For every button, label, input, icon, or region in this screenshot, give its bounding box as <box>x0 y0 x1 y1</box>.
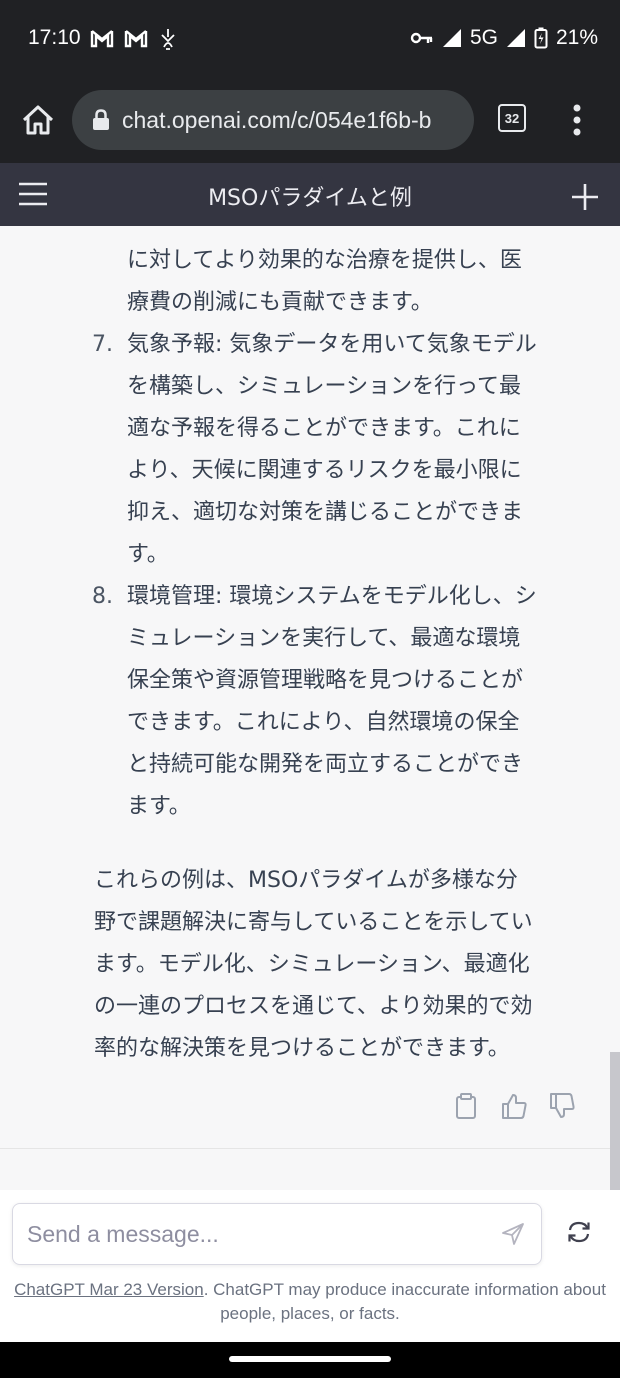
list-item-text: 環境管理: 環境システムをモデル化し、シ ミュレーションを実行して、最適な環境 … <box>127 576 577 828</box>
cell-signal-icon <box>506 29 525 47</box>
disclaimer: ChatGPT Mar 23 Version. ChatGPT may prod… <box>10 1278 610 1326</box>
lock-icon <box>93 109 109 130</box>
list-item-line: できます。これにより、自然環境の保全 <box>127 710 520 735</box>
status-time: 17:10 <box>28 26 81 49</box>
status-indicators: 5G 21% <box>410 26 598 50</box>
list-item-line: 抑え、適切な対策を講じることができま <box>127 500 524 525</box>
message-input[interactable] <box>25 1214 479 1254</box>
summary-line: これらの例は、MSOパラダイムが多様な分 <box>94 868 518 893</box>
list-item-line: 気象予報: 気象データを用いて気象モデル <box>127 332 537 357</box>
tab-count: 32 <box>504 110 520 126</box>
system-nav-bar <box>0 1342 620 1378</box>
message-area: に対してより効果的な治療を提供し、医 療費の削減にも貢献できます。 7. 気象予… <box>0 226 610 1148</box>
list-item-line: 保全策や資源管理戦略を見つけることが <box>127 668 524 693</box>
battery-charging-icon <box>534 27 548 49</box>
app-notification-icon <box>161 29 175 50</box>
list-item-number: 7. <box>92 332 113 357</box>
list-item-text: に対してより効果的な治療を提供し、医 療費の削減にも貢献できます。 <box>127 240 577 324</box>
send-icon[interactable] <box>501 1222 525 1246</box>
list-item-line: 適な予報を得ることができます。これに <box>127 416 521 441</box>
list-item-line: ます。 <box>127 794 191 819</box>
thumbs-up-icon[interactable] <box>500 1092 528 1120</box>
menu-icon[interactable] <box>18 181 48 207</box>
chat-title: MSOパラダイムと例 <box>208 186 412 211</box>
list-item-line: と持続可能な開発を両立することができ <box>127 752 524 777</box>
tab-switcher-button[interactable]: 32 <box>498 104 526 132</box>
summary-line: 野で課題解決に寄与していることを示してい <box>94 910 533 935</box>
summary-line: ます。モデル化、シミュレーション、最適化 <box>94 952 530 977</box>
status-bar: 17:10 5G 21% <box>0 0 620 80</box>
version-link[interactable]: ChatGPT Mar 23 Version <box>14 1280 204 1299</box>
list-item-number: 8. <box>92 584 113 609</box>
home-icon[interactable] <box>18 100 58 140</box>
thumbs-down-icon[interactable] <box>548 1092 576 1120</box>
list-item-line: より、天候に関連するリスクを最小限に <box>127 458 522 483</box>
url-text: chat.openai.com/c/054e1f6b-b <box>122 106 432 133</box>
gmail-icon <box>90 30 114 48</box>
chat-header: MSOパラダイムと例 <box>0 163 620 226</box>
notification-icons <box>90 27 178 51</box>
message-actions <box>452 1092 576 1120</box>
wifi-signal-icon <box>442 29 461 47</box>
summary-line: の一連のプロセスを通じて、より効果的で効 <box>94 994 533 1019</box>
browser-toolbar: chat.openai.com/c/054e1f6b-b 32 <box>0 80 620 163</box>
list-item-text: 気象予報: 気象データを用いて気象モデル を構築し、シミュレーションを行って最 … <box>127 324 577 576</box>
summary-line: 率的な解決策を見つけることができます。 <box>94 1036 510 1061</box>
message-input-box <box>12 1203 542 1265</box>
vpn-key-icon <box>410 32 433 44</box>
list-item-line: に対してより効果的な治療を提供し、医 <box>127 248 522 273</box>
address-bar[interactable]: chat.openai.com/c/054e1f6b-b <box>72 90 474 150</box>
list-item-line: 療費の削減にも貢献できます。 <box>127 290 433 315</box>
new-chat-plus-icon[interactable] <box>570 182 600 212</box>
regenerate-icon[interactable] <box>566 1219 592 1245</box>
copy-clipboard-icon[interactable] <box>452 1092 480 1120</box>
list-item-line: ミュレーションを実行して、最適な環境 <box>127 626 521 651</box>
network-type: 5G <box>469 26 498 49</box>
more-vert-icon[interactable] <box>570 102 584 138</box>
summary-paragraph: これらの例は、MSOパラダイムが多様な分 野で課題解決に寄与していることを示して… <box>94 860 584 1070</box>
gesture-handle[interactable] <box>229 1356 391 1362</box>
composer-area: ChatGPT Mar 23 Version. ChatGPT may prod… <box>0 1190 620 1342</box>
gmail-icon <box>124 30 148 48</box>
list-item-line: を構築し、シミュレーションを行って最 <box>127 374 522 399</box>
battery-percent: 21% <box>555 26 598 49</box>
disclaimer-text: . ChatGPT may produce inaccurate informa… <box>203 1280 606 1323</box>
list-item-line: す。 <box>127 542 169 567</box>
scrollbar[interactable] <box>610 1052 620 1192</box>
list-item-line: 環境管理: 環境システムをモデル化し、シ <box>127 584 537 609</box>
divider <box>0 1148 610 1149</box>
